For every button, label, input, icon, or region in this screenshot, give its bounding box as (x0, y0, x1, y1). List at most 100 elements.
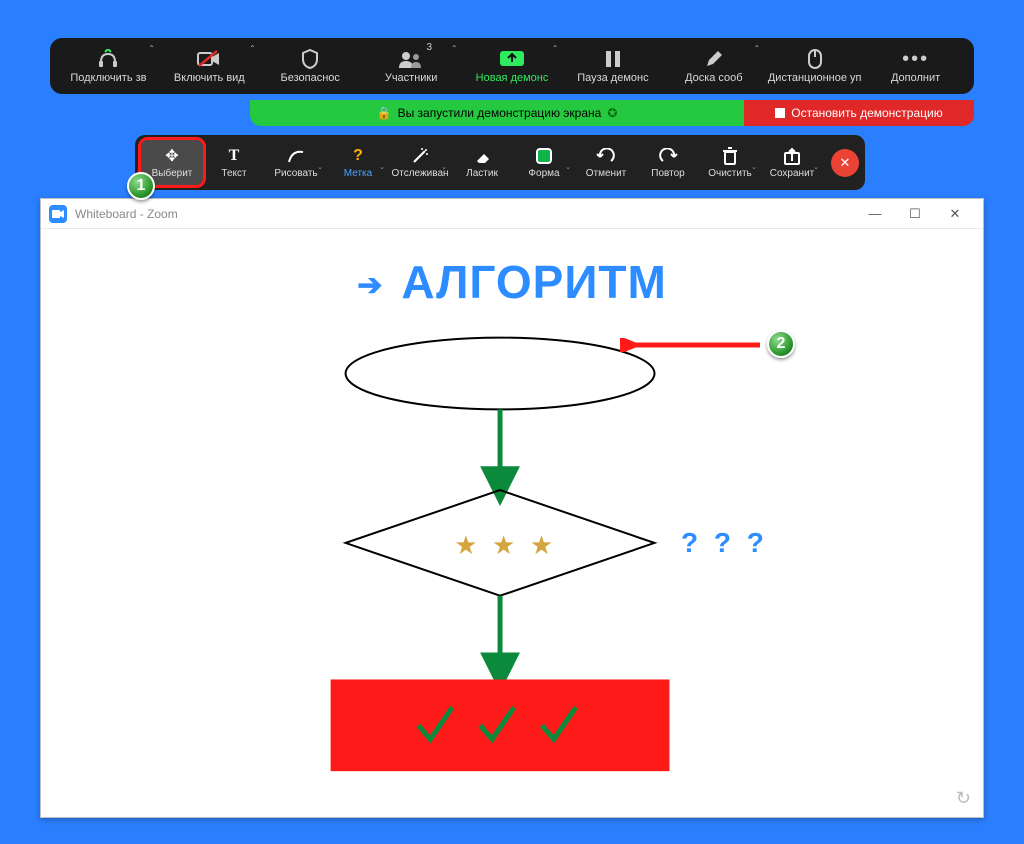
text-tool-button[interactable]: T Текст (203, 140, 265, 185)
chevron-up-icon: ⌃ (451, 44, 458, 53)
label: Сохранит (770, 168, 814, 179)
label: Метка (344, 168, 372, 179)
label: Пауза демонс (577, 72, 648, 84)
zoom-app-icon (49, 205, 67, 223)
format-tool-button[interactable]: Форма ⌄ (513, 140, 575, 185)
save-icon (783, 146, 801, 166)
security-button[interactable]: Безопаснос (260, 38, 361, 94)
spotlight-tool-button[interactable]: Отслеживан ⌄ (389, 140, 451, 185)
draw-tool-button[interactable]: Рисовать ⌄ (265, 140, 327, 185)
lock-icon: 🔒 (377, 106, 392, 120)
chevron-down-icon: ⌄ (317, 163, 323, 171)
label: Безопаснос (281, 72, 340, 84)
mouse-icon (808, 48, 822, 70)
more-icon: ••• (902, 48, 929, 70)
undo-icon (596, 146, 616, 166)
question-marks-annotation: ? ? ? (681, 527, 768, 559)
annotation-toolbar: ✥ Выберит T Текст Рисовать ⌄ ? Метка ⌄ О… (135, 135, 865, 190)
chevron-down-icon: ⌄ (379, 163, 385, 171)
label: Очистить (708, 168, 752, 179)
chevron-down-icon: ⌄ (565, 163, 571, 171)
whiteboard-window: Whiteboard - Zoom — ☐ ✕ ➔АЛГОРИТМ ★ ★ ★ (40, 198, 984, 818)
participants-icon: 3 (398, 48, 424, 70)
label: Участники (385, 72, 438, 84)
svg-text:★: ★ (530, 532, 553, 560)
color-icon (536, 146, 552, 166)
callout-arrow (620, 338, 765, 352)
label: Доска сооб (685, 72, 743, 84)
callout-badge-2: 2 (767, 330, 795, 358)
label: Дополнит (891, 72, 940, 84)
label: Подключить зв (70, 72, 146, 84)
close-icon: ✕ (840, 155, 851, 171)
shield-icon (301, 48, 319, 70)
window-title: Whiteboard - Zoom (75, 207, 178, 221)
move-icon: ✥ (165, 146, 178, 166)
video-off-icon (197, 48, 221, 70)
start-video-button[interactable]: Включить вид ⌃ (159, 38, 260, 94)
chevron-up-icon: ⌃ (552, 44, 559, 53)
question-icon: ? (353, 146, 363, 166)
svg-text:★: ★ (492, 532, 515, 560)
undo-button[interactable]: Отменит (575, 140, 637, 185)
close-annotation-button[interactable]: ✕ (831, 149, 859, 177)
participants-count: 3 (427, 42, 433, 53)
badge-number: 2 (777, 335, 786, 353)
draw-icon (287, 146, 305, 166)
zoom-main-toolbar: Подключить зв ⌃ Включить вид ⌃ Безопасно… (50, 38, 974, 94)
wand-icon (411, 146, 429, 166)
chevron-up-icon: ⌃ (754, 44, 761, 53)
chevron-down-icon: ⌄ (441, 163, 447, 171)
minimize-button[interactable]: — (855, 206, 895, 221)
close-window-button[interactable]: ✕ (935, 206, 975, 222)
marker-tool-button[interactable]: ? Метка ⌄ (327, 140, 389, 185)
whiteboard-canvas[interactable]: ➔АЛГОРИТМ ★ ★ ★ (41, 229, 983, 817)
label: Рисовать (274, 168, 317, 179)
eraser-icon (473, 146, 491, 166)
eraser-tool-button[interactable]: Ластик (451, 140, 513, 185)
refresh-icon[interactable]: ↻ (956, 788, 971, 809)
share-status-bar: 🔒 Вы запустили демонстрацию экрана ✪ Ост… (250, 100, 974, 126)
participants-button[interactable]: 3 Участники ⌃ (361, 38, 462, 94)
clear-button[interactable]: Очистить ⌄ (699, 140, 761, 185)
stop-icon (775, 108, 785, 118)
save-button[interactable]: Сохранит ⌄ (761, 140, 823, 185)
remote-control-button[interactable]: Дистанционное уп (764, 38, 865, 94)
trash-icon (722, 146, 738, 166)
shield-check-icon: ✪ (607, 106, 617, 120)
chevron-up-icon: ⌃ (148, 44, 155, 53)
pause-share-button[interactable]: Пауза демонс (562, 38, 663, 94)
sharing-text: Вы запустили демонстрацию экрана (398, 106, 602, 120)
new-share-button[interactable]: Новая демонс ⌃ (462, 38, 563, 94)
chevron-up-icon: ⌃ (249, 44, 256, 53)
label: Ластик (466, 168, 498, 179)
text-icon: T (229, 146, 240, 166)
more-button[interactable]: ••• Дополнит (865, 38, 966, 94)
connect-audio-button[interactable]: Подключить зв ⌃ (58, 38, 159, 94)
badge-number: 1 (137, 177, 146, 195)
redo-button[interactable]: Повтор (637, 140, 699, 185)
label: Форма (528, 168, 559, 179)
svg-text:★: ★ (454, 532, 477, 560)
pause-icon (605, 48, 621, 70)
maximize-button[interactable]: ☐ (895, 206, 935, 222)
callout-badge-1: 1 (127, 172, 155, 200)
label: Новая демонс (476, 72, 549, 84)
share-screen-icon (499, 48, 525, 70)
chevron-down-icon: ⌄ (751, 163, 757, 171)
label: Включить вид (174, 72, 245, 84)
redo-icon (658, 146, 678, 166)
stop-text: Остановить демонстрацию (791, 106, 942, 120)
flowchart-drawing: ★ ★ ★ (41, 229, 983, 817)
stop-share-button[interactable]: Остановить демонстрацию (744, 100, 974, 126)
label: Отслеживан (391, 168, 448, 179)
whiteboard-button[interactable]: Доска сооб ⌃ (663, 38, 764, 94)
label: Отменит (586, 168, 626, 179)
pencil-icon (705, 48, 723, 70)
chevron-down-icon: ⌄ (813, 163, 819, 171)
sharing-status: 🔒 Вы запустили демонстрацию экрана ✪ (250, 100, 744, 126)
headphones-icon (97, 48, 119, 70)
label: Повтор (651, 168, 684, 179)
label: Дистанционное уп (768, 72, 862, 84)
label: Текст (221, 168, 246, 179)
